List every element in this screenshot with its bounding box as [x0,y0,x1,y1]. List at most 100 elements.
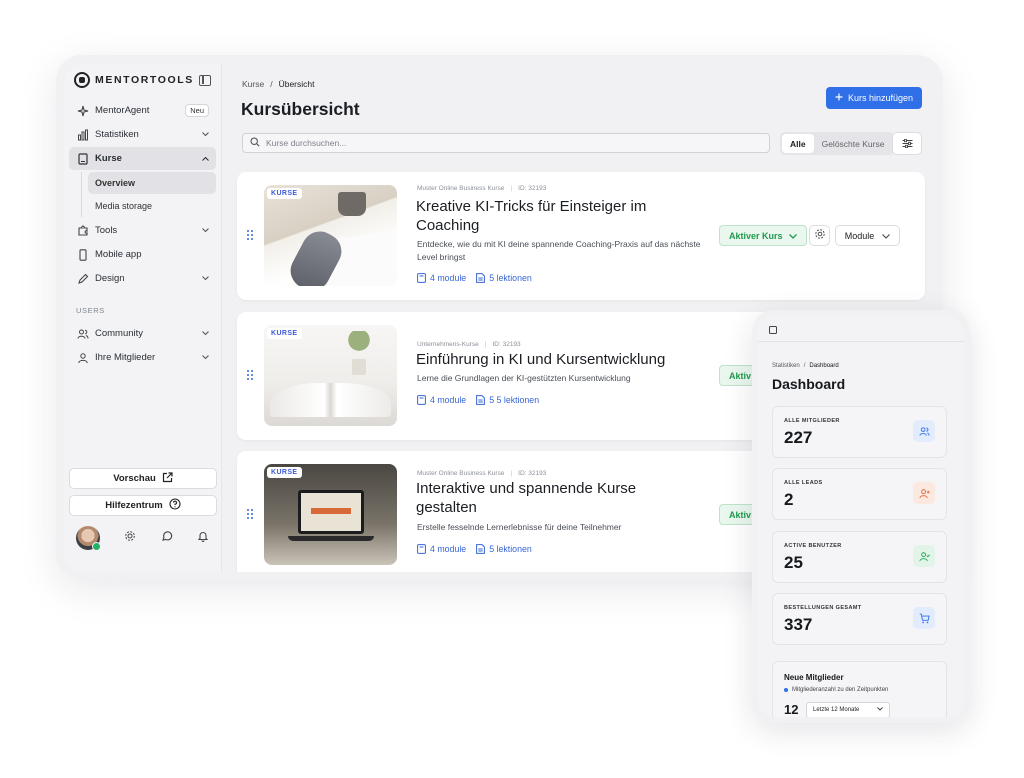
brand-logo[interactable]: MENTORTOOLS [74,72,194,88]
search-input[interactable] [266,138,746,148]
breadcrumb-current: Dashboard [809,363,839,369]
filter-all[interactable]: Alle [782,134,814,153]
sidebar-toggle-icon[interactable] [769,326,777,334]
course-meta: Unternehmens-Kurse | ID: 32193 [417,341,521,348]
users-icon [913,420,935,442]
chat-icon[interactable] [161,529,173,547]
chevron-down-icon [202,354,209,361]
brand-name: MENTORTOOLS [95,74,194,86]
time-range-value: Letzte 12 Monate [813,707,860,713]
new-members-subtitle: Mitgliederanzahl zu den Zeitpunkten [784,687,888,693]
chevron-down-icon [202,330,209,337]
pen-icon [76,272,89,285]
filter-deleted-courses[interactable]: Gelöschte Kurse [814,134,893,153]
course-tag: KURSE [267,328,302,339]
course-status-dropdown[interactable]: Aktiver Kurs [719,225,807,246]
lessons-count[interactable]: 5 5 lektionen [476,395,539,405]
breadcrumb-current: Übersicht [278,79,315,89]
sidebar-item-label: MentorAgent [95,105,150,116]
lessons-count-label: 5 lektionen [489,544,532,554]
stat-label: ALLE LEADS [784,480,823,486]
sidebar-subitem-media-storage[interactable]: Media storage [88,195,216,217]
stat-label: BESTELLUNGEN GESAMT [784,605,862,611]
stat-card-leads[interactable]: ALLE LEADS 2 [772,468,947,520]
new-members-value: 12 [784,702,799,717]
modules-count[interactable]: 4 module [417,395,466,405]
lessons-count[interactable]: 5 lektionen [476,544,532,554]
chevron-down-icon [882,231,891,241]
chevron-up-icon [202,155,209,162]
course-status-label: Aktiv [729,509,752,520]
lessons-count-label: 5 lektionen [489,273,532,283]
stat-value: 337 [784,615,813,634]
sidebar-item-statistiken[interactable]: Statistiken [69,123,216,146]
modules-count-label: 4 module [430,544,467,554]
stat-card-orders[interactable]: BESTELLUNGEN GESAMT 337 [772,593,947,645]
filter-settings-button[interactable] [892,132,922,155]
new-members-subtitle-text: Mitgliederanzahl zu den Zeitpunkten [792,687,889,693]
breadcrumb-kurse[interactable]: Kurse [242,79,264,89]
stat-value: 227 [784,428,813,447]
gear-icon [814,227,826,245]
course-description: Lerne die Grundlagen der KI-gestützten K… [417,373,631,383]
lessons-count-label: 5 5 lektionen [489,395,540,405]
course-title[interactable]: Einführung in KI und Kursentwicklung [416,350,716,369]
users-icon [76,327,89,340]
lessons-count[interactable]: 5 lektionen [476,273,532,283]
chevron-down-icon [788,231,797,241]
sidebar-item-label: Community [95,328,144,339]
add-course-button[interactable]: Kurs hinzufügen [826,87,922,109]
course-stats: 4 module 5 lektionen [417,273,532,283]
sidebar-item-tools[interactable]: Tools [69,219,216,242]
course-title[interactable]: Kreative KI-Tricks für Einsteiger im Coa… [416,197,696,235]
module-dropdown-button[interactable]: Module [835,225,900,246]
course-meta: Muster Online Business Kurse | ID: 32193 [417,470,547,477]
sparkle-icon [76,104,89,117]
sidebar-item-community[interactable]: Community [69,322,216,345]
book-icon [417,273,426,283]
book-icon [417,544,426,554]
chevron-down-icon [202,131,209,138]
page-title: Kursübersicht [241,99,360,119]
avatar[interactable] [76,526,101,551]
stat-value: 25 [784,553,803,572]
user-plus-icon [913,482,935,504]
sidebar-item-mentoragent[interactable]: MentorAgent Neu [69,99,216,122]
sidebar-subitem-overview[interactable]: Overview [88,172,216,194]
document-icon [476,273,486,283]
stat-value: 2 [784,490,794,509]
time-range-select[interactable]: Letzte 12 Monate [806,702,890,717]
sidebar-nav: MentorAgent Neu Statistiken Kurse Overvi… [69,99,216,369]
drag-handle-icon[interactable] [247,230,253,240]
plus-icon [835,93,843,103]
preview-button[interactable]: Vorschau [69,468,217,489]
modules-count-label: 4 module [430,395,467,405]
drag-handle-icon[interactable] [247,509,253,519]
sidebar-item-label: Design [95,273,125,284]
chevron-down-icon [202,227,209,234]
course-stats: 4 module 5 lektionen [417,544,532,554]
course-title[interactable]: Interaktive und spannende Kurse gestalte… [416,479,696,517]
help-center-label: Hilfezentrum [105,500,163,511]
sidebar-item-design[interactable]: Design [69,267,216,290]
course-thumbnail: KURSE [264,464,397,565]
modules-count[interactable]: 4 module [417,273,466,283]
stat-card-members[interactable]: ALLE MITGLIEDER 227 [772,406,947,458]
breadcrumb-statistiken[interactable]: Statistiken [772,363,800,369]
sidebar-toggle-icon[interactable] [199,74,211,86]
preview-button-label: Vorschau [113,473,156,484]
drag-handle-icon[interactable] [247,370,253,380]
course-card[interactable]: KURSE Muster Online Business Kurse | ID:… [237,172,925,300]
modules-count[interactable]: 4 module [417,544,466,554]
bell-icon[interactable] [197,529,209,547]
course-settings-button[interactable] [809,225,830,246]
sidebar-item-mobile-app[interactable]: Mobile app [69,243,216,266]
help-center-button[interactable]: Hilfezentrum [69,495,217,516]
users-section-label: USERS [76,306,105,315]
sidebar-item-kurse[interactable]: Kurse [69,147,216,170]
module-button-label: Module [844,230,875,241]
breadcrumb-separator: / [803,363,806,369]
sidebar-item-ihre-mitglieder[interactable]: Ihre Mitglieder [69,346,216,369]
settings-gear-icon[interactable] [124,529,136,547]
stat-card-active-users[interactable]: ACTIVE BENUTZER 25 [772,531,947,583]
